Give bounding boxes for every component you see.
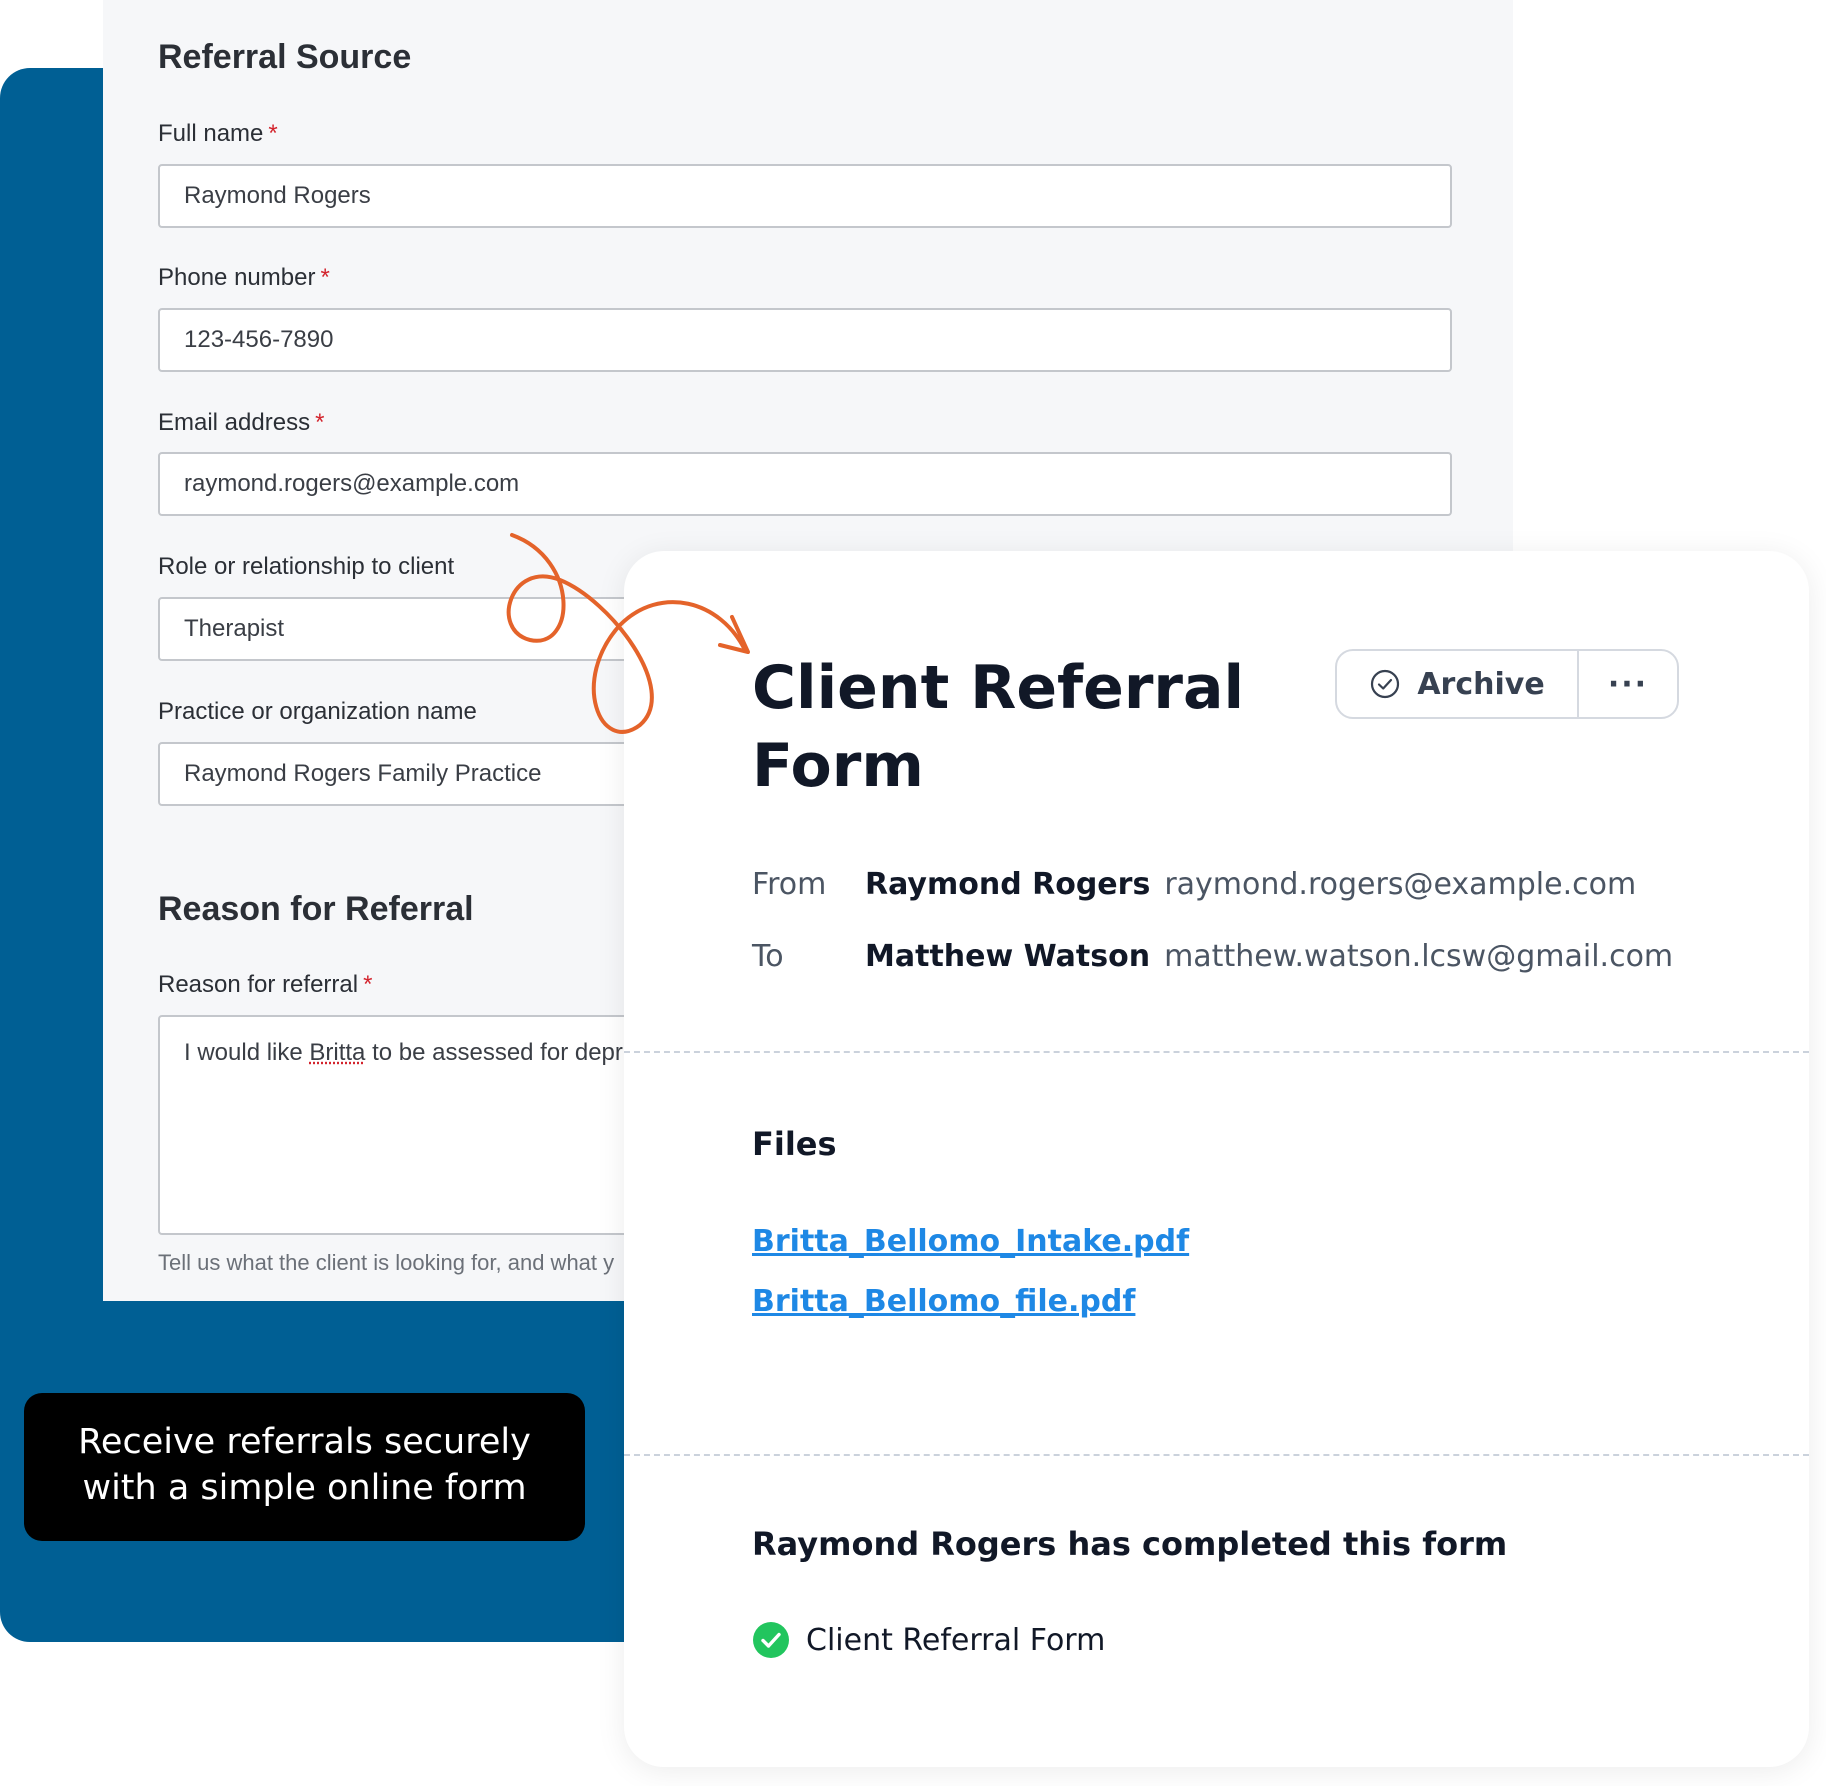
section-divider	[624, 1454, 1809, 1456]
full-name-label: Full name *	[158, 120, 278, 147]
completed-form-item: Client Referral Form	[752, 1621, 1105, 1659]
required-marker: *	[268, 120, 278, 147]
from-row: From Raymond Rogers raymond.rogers@example…	[752, 867, 1636, 902]
from-email: raymond.rogers@example.com	[1164, 867, 1637, 902]
required-marker: *	[320, 264, 330, 291]
from-key: From	[752, 867, 827, 902]
referral-source-heading: Referral Source	[158, 38, 412, 76]
reason-label: Reason for referral *	[158, 971, 373, 998]
caption-line-2: with a simple online form	[82, 1468, 527, 1508]
required-marker: *	[363, 971, 373, 998]
reason-for-referral-heading: Reason for Referral	[158, 890, 474, 928]
full-name-input[interactable]: Raymond Rogers	[158, 164, 1452, 228]
more-options-button[interactable]: ···	[1579, 651, 1677, 717]
green-check-icon	[753, 1622, 789, 1658]
archive-label: Archive	[1417, 666, 1545, 702]
client-referral-detail-card: Client Referral Form Archive ··· From Raym…	[624, 551, 1809, 1767]
ellipsis-icon: ···	[1607, 666, 1649, 702]
section-divider	[624, 1051, 1809, 1053]
feature-caption: Receive referrals securely with a simple…	[24, 1393, 585, 1541]
check-circle-icon	[1371, 669, 1400, 699]
practice-name-label: Practice or organization name	[158, 698, 477, 725]
action-button-group: Archive ···	[1335, 649, 1679, 719]
from-name: Raymond Rogers	[865, 867, 1151, 902]
files-heading: Files	[752, 1125, 837, 1163]
reason-helper-text: Tell us what the client is looking for, …	[158, 1250, 615, 1275]
completed-heading: Raymond Rogers has completed this form	[752, 1525, 1508, 1563]
email-address-input[interactable]: raymond.rogers@example.com	[158, 452, 1452, 516]
required-marker: *	[315, 409, 325, 436]
email-address-label: Email address *	[158, 409, 325, 436]
to-key: To	[752, 939, 784, 974]
caption-line-1: Receive referrals securely	[78, 1422, 531, 1462]
file-link-file[interactable]: Britta_Bellomo_file.pdf	[752, 1284, 1135, 1319]
spellcheck-flagged-word: Britta	[309, 1039, 366, 1066]
file-link-intake[interactable]: Britta_Bellomo_Intake.pdf	[752, 1224, 1189, 1259]
detail-title: Client Referral Form	[752, 653, 1245, 801]
role-label: Role or relationship to client	[158, 553, 455, 580]
to-name: Matthew Watson	[865, 939, 1151, 974]
to-email: matthew.watson.lcsw@gmail.com	[1164, 939, 1674, 974]
archive-button[interactable]: Archive	[1337, 651, 1579, 717]
phone-number-label: Phone number *	[158, 264, 330, 291]
completed-form-label: Client Referral Form	[806, 1622, 1106, 1658]
to-row: To Matthew Watson matthew.watson.lcsw@gmai…	[752, 939, 1673, 974]
phone-number-input[interactable]: 123-456-7890	[158, 308, 1452, 372]
